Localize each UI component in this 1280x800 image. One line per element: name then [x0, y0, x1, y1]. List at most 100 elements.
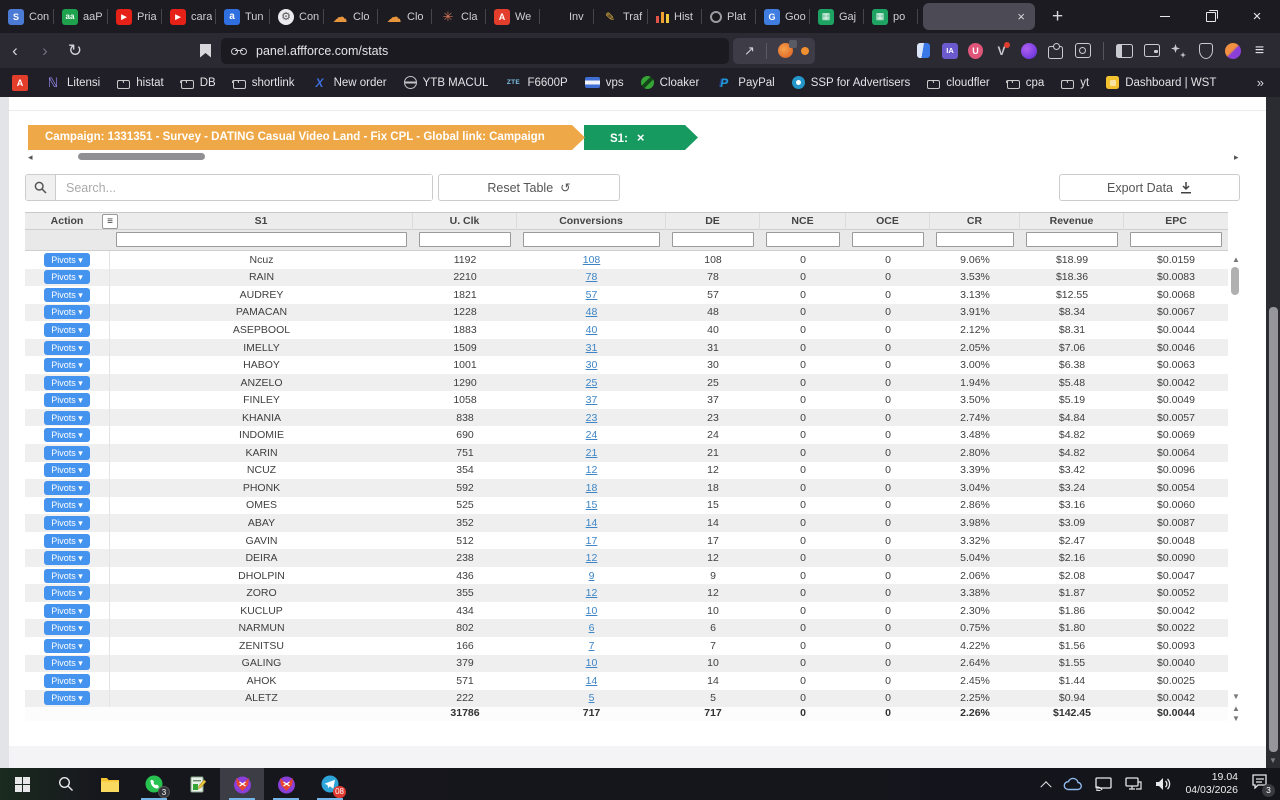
browser-tab[interactable]: AWe: [486, 0, 540, 33]
conversions-link[interactable]: 12: [586, 587, 598, 599]
filter-input-conversions[interactable]: [523, 232, 660, 247]
bookmark-ytb-macul[interactable]: YTB MACUL: [404, 76, 489, 89]
pivots-button[interactable]: Pivots ▾: [44, 569, 90, 583]
browser-tab[interactable]: ✳Cla: [432, 0, 486, 33]
browser-tab[interactable]: Plat: [702, 0, 756, 33]
bookmark-db[interactable]: DB: [181, 76, 216, 89]
browser-tab[interactable]: ☁Clo: [378, 0, 432, 33]
conversions-link[interactable]: 24: [586, 429, 598, 441]
conversions-link[interactable]: 14: [586, 517, 598, 529]
pivots-button[interactable]: Pivots ▾: [44, 341, 90, 355]
pivots-button[interactable]: Pivots ▾: [44, 516, 90, 530]
page-scroll-down-arrow[interactable]: ▼: [1269, 756, 1277, 765]
column-header-s1[interactable]: S1: [110, 213, 413, 230]
conversions-link[interactable]: 108: [583, 254, 601, 266]
conversions-link[interactable]: 12: [586, 464, 598, 476]
column-header-nce[interactable]: NCE: [760, 213, 846, 230]
browser-tab[interactable]: GGoo: [756, 0, 810, 33]
bookmark-ssp-for-advertisers[interactable]: SSP for Advertisers: [792, 76, 911, 89]
browser-tab[interactable]: aaaaP: [54, 0, 108, 33]
conversions-link[interactable]: 37: [586, 394, 598, 406]
browser-tab[interactable]: ▶cara: [162, 0, 216, 33]
url-bar[interactable]: panel.affforce.com/stats: [221, 38, 729, 64]
bookmark-icon[interactable]: A: [12, 75, 28, 91]
new-tab-button[interactable]: +: [1052, 6, 1063, 28]
page-scrollbar-thumb[interactable]: [1269, 307, 1278, 752]
notification-center-button[interactable]: 3: [1251, 774, 1268, 794]
conversions-link[interactable]: 7: [589, 640, 595, 652]
puzzle-icon[interactable]: [1047, 42, 1064, 59]
pivots-button[interactable]: Pivots ▾: [44, 463, 90, 477]
conversions-link[interactable]: 40: [586, 324, 598, 336]
columns-menu-button[interactable]: ≡: [102, 214, 118, 229]
filter-input-s1[interactable]: [116, 232, 407, 247]
filter-input-revenue[interactable]: [1026, 232, 1118, 247]
bookmark-paypal[interactable]: PPayPal: [716, 75, 774, 91]
volume-icon[interactable]: [1155, 777, 1172, 791]
table-scroll-thumb[interactable]: [1231, 267, 1239, 295]
browser-tab[interactable]: ☁Clo: [324, 0, 378, 33]
pivots-button[interactable]: Pivots ▾: [44, 551, 90, 565]
reset-table-button[interactable]: Reset Table↺: [438, 174, 620, 201]
conversions-link[interactable]: 48: [586, 306, 598, 318]
conversions-link[interactable]: 6: [589, 622, 595, 634]
totals-scroll-up-arrow[interactable]: ▲: [1232, 704, 1240, 713]
conversions-link[interactable]: 57: [586, 289, 598, 301]
page-scrollbar[interactable]: ▼: [1266, 97, 1280, 768]
column-header-de[interactable]: DE: [666, 213, 760, 230]
back-button[interactable]: ‹: [0, 41, 30, 61]
filter-input-nce[interactable]: [766, 232, 840, 247]
pivots-button[interactable]: Pivots ▾: [44, 691, 90, 705]
bookmark-yt[interactable]: yt: [1061, 76, 1089, 89]
table-scroll-up-arrow[interactable]: ▲: [1232, 255, 1240, 264]
extension-badge-icon[interactable]: [778, 43, 793, 58]
conversions-link[interactable]: 5: [589, 692, 595, 704]
bookmark-vps[interactable]: vps: [585, 77, 624, 89]
pivots-button[interactable]: Pivots ▾: [44, 411, 90, 425]
taskbar-clock[interactable]: 19.04 04/03/2026: [1185, 771, 1238, 797]
pivots-button[interactable]: Pivots ▾: [44, 586, 90, 600]
pivots-button[interactable]: Pivots ▾: [44, 393, 90, 407]
pivots-button[interactable]: Pivots ▾: [44, 358, 90, 372]
conversions-link[interactable]: 14: [586, 675, 598, 687]
copy-page-icon[interactable]: [915, 42, 932, 59]
tray-chevron-icon[interactable]: [1041, 781, 1052, 792]
remove-filter-icon[interactable]: ×: [637, 130, 645, 145]
conversions-link[interactable]: 12: [586, 552, 598, 564]
conversions-link[interactable]: 23: [586, 412, 598, 424]
hscroll-thumb[interactable]: [78, 153, 205, 160]
browser-tab[interactable]: ⚙Con: [270, 0, 324, 33]
table-scroll-down-arrow[interactable]: ▼: [1232, 692, 1240, 701]
minimize-button[interactable]: [1142, 0, 1188, 33]
forward-button[interactable]: ›: [30, 41, 60, 61]
browser-tab[interactable]: Inv: [540, 0, 594, 33]
bookmark-dashboard-wst[interactable]: Dashboard | WST: [1106, 76, 1216, 89]
browser-profile-1-button[interactable]: [220, 768, 264, 800]
pivots-button[interactable]: Pivots ▾: [44, 604, 90, 618]
restore-button[interactable]: [1188, 0, 1234, 33]
telegram-button[interactable]: 08: [308, 768, 352, 800]
conversions-link[interactable]: 18: [586, 482, 598, 494]
search-input[interactable]: [56, 175, 432, 200]
browser-tab[interactable]: SCon: [0, 0, 54, 33]
pivots-button[interactable]: Pivots ▾: [44, 656, 90, 670]
pivots-button[interactable]: Pivots ▾: [44, 621, 90, 635]
bookmark-ribbon-icon[interactable]: [200, 44, 211, 58]
tab-close-icon[interactable]: ×: [1017, 9, 1025, 24]
browser-tab[interactable]: ▦po: [864, 0, 918, 33]
share-icon[interactable]: ↗: [744, 43, 755, 59]
taskbar-search-button[interactable]: [44, 768, 88, 800]
cast-icon[interactable]: [1095, 777, 1112, 791]
purple-swirl-icon[interactable]: [1020, 42, 1037, 59]
pivots-button[interactable]: Pivots ▾: [44, 376, 90, 390]
pivots-button[interactable]: Pivots ▾: [44, 481, 90, 495]
column-header-revenue[interactable]: Revenue: [1020, 213, 1124, 230]
column-header-u-clk[interactable]: U. Clk: [413, 213, 517, 230]
column-header-cr[interactable]: CR: [930, 213, 1020, 230]
pivots-button[interactable]: Pivots ▾: [44, 288, 90, 302]
bookmark-cloaker[interactable]: Cloaker: [641, 76, 700, 89]
orb-icon[interactable]: [1224, 42, 1241, 59]
export-data-button[interactable]: Export Data: [1059, 174, 1240, 201]
ia-icon[interactable]: IA: [942, 43, 958, 59]
filter-input-u-clk[interactable]: [419, 232, 511, 247]
